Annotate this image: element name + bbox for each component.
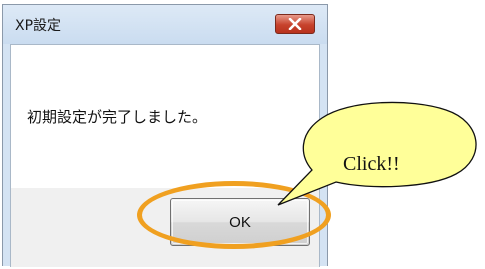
dialog-window: XP設定 初期設定が完了しました。 OK xyxy=(2,4,328,267)
message-text: 初期設定が完了しました。 xyxy=(27,108,208,126)
screenshot-stage: XP設定 初期設定が完了しました。 OK Click!! xyxy=(0,0,485,269)
callout-text: Click!! xyxy=(343,153,400,175)
close-icon xyxy=(288,18,302,30)
window-title: XP設定 xyxy=(15,18,62,34)
dialog-client-area: 初期設定が完了しました。 OK xyxy=(10,44,320,267)
title-bar[interactable]: XP設定 xyxy=(3,5,327,44)
message-panel: 初期設定が完了しました。 xyxy=(11,45,319,188)
ok-button-label: OK xyxy=(229,213,251,231)
close-button[interactable] xyxy=(275,14,315,34)
ok-button[interactable]: OK xyxy=(170,198,310,246)
